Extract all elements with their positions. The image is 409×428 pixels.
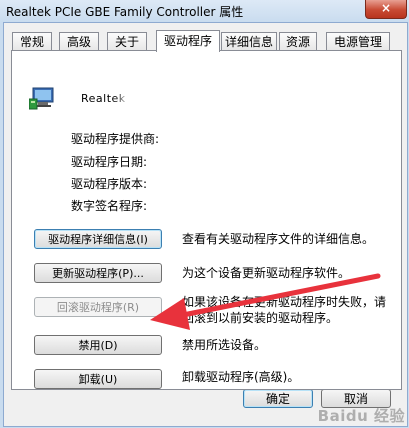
update-driver-description: 为这个设备更新驱动程序软件。 bbox=[182, 266, 351, 280]
tab-details[interactable]: 详细信息 bbox=[221, 32, 277, 51]
close-icon: × bbox=[380, 1, 392, 15]
driver-version-label: 驱动程序版本: bbox=[71, 177, 148, 191]
driver-provider-label: 驱动程序提供商: bbox=[71, 132, 160, 146]
roll-back-driver-description: 如果该设备在更新驱动程序时失败，请 回滚到以前安装的驱动程序。 bbox=[182, 294, 386, 326]
tab-resources[interactable]: 资源 bbox=[279, 32, 317, 51]
properties-dialog: 常规 高级 关于 驱动程序 详细信息 资源 电源管理 Realtek 驱动程序提… bbox=[3, 22, 408, 427]
update-driver-button[interactable]: 更新驱动程序(P)... bbox=[34, 263, 162, 283]
redacted-values-mask bbox=[184, 121, 224, 221]
window-titlebar[interactable]: Realtek PCIe GBE Family Controller 属性 × bbox=[0, 0, 409, 22]
roll-back-description-line-1: 如果该设备在更新驱动程序时失败，请 bbox=[182, 295, 387, 309]
close-button[interactable]: × bbox=[365, 0, 407, 19]
disable-device-button[interactable]: 禁用(D) bbox=[34, 335, 162, 355]
window-title: Realtek PCIe GBE Family Controller 属性 bbox=[6, 5, 244, 19]
driver-details-description: 查看有关驱动程序文件的详细信息。 bbox=[182, 232, 375, 246]
device-name: Realtek bbox=[81, 92, 126, 105]
tab-power-management[interactable]: 电源管理 bbox=[326, 32, 390, 51]
digital-signer-label: 数字签名程序: bbox=[71, 199, 148, 213]
baidu-watermark: Baidu 经验 bbox=[317, 407, 405, 425]
uninstall-driver-button[interactable]: 卸载(U) bbox=[34, 369, 162, 389]
driver-tab-panel: Realtek 驱动程序提供商: 驱动程序日期: 驱动程序版本: 数字签名程序:… bbox=[11, 50, 402, 390]
roll-back-driver-button[interactable]: 回滚驱动程序(R) bbox=[34, 297, 162, 317]
uninstall-driver-description: 卸载驱动程序(高级)。 bbox=[182, 370, 300, 384]
network-adapter-icon bbox=[29, 87, 54, 110]
tab-general[interactable]: 常规 bbox=[12, 32, 52, 51]
tab-about[interactable]: 关于 bbox=[107, 32, 147, 51]
ok-button[interactable]: 确定 bbox=[243, 389, 313, 408]
tab-driver[interactable]: 驱动程序 bbox=[156, 30, 220, 52]
tab-advanced[interactable]: 高级 bbox=[59, 32, 99, 51]
disable-device-description: 禁用所选设备。 bbox=[182, 338, 267, 352]
roll-back-description-line-2: 回滚到以前安装的驱动程序。 bbox=[182, 311, 339, 325]
redacted-text-mask bbox=[130, 89, 170, 111]
driver-date-label: 驱动程序日期: bbox=[71, 155, 148, 169]
driver-details-button[interactable]: 驱动程序详细信息(I) bbox=[34, 229, 162, 249]
